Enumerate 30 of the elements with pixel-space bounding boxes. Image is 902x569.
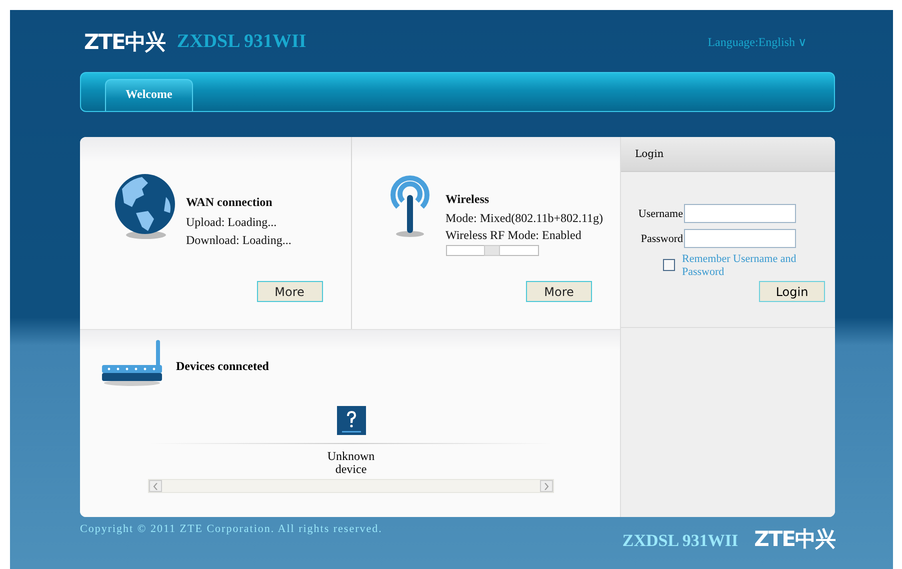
copyright: Copyright © 2011 ZTE Corporation. All rights reserved. [80,523,382,535]
logo: ZTE中兴 [83,29,165,56]
more-button[interactable]: More [256,281,322,302]
unknown-device-icon[interactable] [336,406,366,435]
more-button[interactable]: More [526,281,592,302]
logo: ZTE中兴 [753,526,835,553]
horizontal-scrollbar[interactable] [148,479,554,493]
rf-slider[interactable] [446,245,538,256]
field-label: Password [640,232,683,244]
model-name: ZXDSL 931WII [622,531,738,551]
input-field[interactable] [684,204,796,223]
wireless-status: Wireless RF Mode: Enabled [446,227,582,244]
slider-thumb[interactable] [484,245,500,256]
remember-checkbox[interactable] [663,259,675,271]
wireless-title: Wireless [446,191,490,208]
router-icon [100,340,164,386]
login-header: Login [621,137,835,172]
login-button[interactable]: Login [759,281,825,302]
wan-status: Download: Loading... [186,232,292,249]
model-name: ZXDSL 931WII [176,31,306,53]
scroll-left-icon[interactable] [149,480,162,492]
input-field[interactable] [684,229,796,248]
wan-title: WAN connection [186,194,274,211]
field-label: Username [637,208,683,220]
wan-status: Upload: Loading... [186,214,278,231]
devices-title: Devices connceted [176,359,269,374]
globe-icon [114,173,176,241]
wireless-status: Mode: Mixed(802.11b+802.11g) [446,210,604,227]
scroll-right-icon[interactable] [540,480,553,492]
device-label: Unknown device [326,450,376,476]
